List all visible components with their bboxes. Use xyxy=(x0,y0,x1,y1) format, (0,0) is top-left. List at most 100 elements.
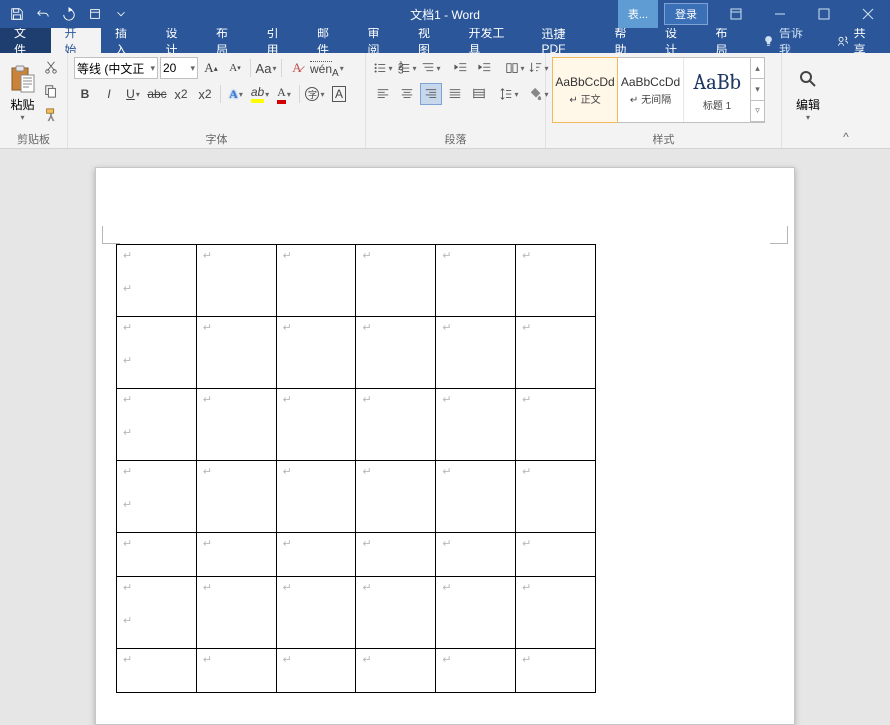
tell-me-box[interactable]: 告诉我 xyxy=(752,28,823,53)
copy-button[interactable] xyxy=(41,81,61,101)
tab-pdf[interactable]: 迅捷PDF xyxy=(527,28,600,53)
document-area[interactable]: ↵↵↵↵↵↵↵ ↵↵↵↵↵↵↵ ↵↵↵↵↵↵↵ ↵↵↵↵↵↵↵ ↵↵↵↵↵↵ ↵… xyxy=(0,149,890,725)
superscript-button[interactable]: x2 xyxy=(194,83,216,105)
group-label-paragraph: 段落 xyxy=(366,131,545,148)
clear-formatting-button[interactable]: A̷ xyxy=(286,57,308,79)
highlight-button[interactable]: ab xyxy=(249,83,271,105)
table-row[interactable]: ↵↵↵↵↵↵ xyxy=(117,533,596,577)
decrease-indent-button[interactable] xyxy=(450,57,472,79)
increase-indent-button[interactable] xyxy=(474,57,496,79)
group-styles: AaBbCcDd ↵ 正文 AaBbCcDd ↵ 无间隔 AaBb 标题 1 ▴… xyxy=(546,53,782,148)
tab-design[interactable]: 设计 xyxy=(152,28,203,53)
tab-developer[interactable]: 开发工具 xyxy=(455,28,528,53)
styles-scroll-down[interactable]: ▾ xyxy=(751,79,764,100)
distributed-button[interactable] xyxy=(468,83,490,105)
style-no-spacing[interactable]: AaBbCcDd ↵ 无间隔 xyxy=(618,58,684,122)
page: ↵↵↵↵↵↵↵ ↵↵↵↵↵↵↵ ↵↵↵↵↵↵↵ ↵↵↵↵↵↵↵ ↵↵↵↵↵↵ ↵… xyxy=(95,167,795,725)
styles-gallery[interactable]: AaBbCcDd ↵ 正文 AaBbCcDd ↵ 无间隔 AaBb 标题 1 ▴… xyxy=(552,57,765,123)
search-icon xyxy=(794,64,822,94)
align-right-button[interactable] xyxy=(420,83,442,105)
tab-references[interactable]: 引用 xyxy=(253,28,304,53)
align-center-button[interactable] xyxy=(396,83,418,105)
tab-insert[interactable]: 插入 xyxy=(101,28,152,53)
shrink-font-button[interactable]: A▾ xyxy=(224,57,246,79)
tab-mailings[interactable]: 邮件 xyxy=(303,28,354,53)
subscript-button[interactable]: x2 xyxy=(170,83,192,105)
font-size-combo[interactable]: 20▾ xyxy=(160,57,198,79)
cut-button[interactable] xyxy=(41,57,61,77)
tab-home[interactable]: 开始 xyxy=(51,28,102,53)
font-name-combo[interactable]: 等线 (中文正▾ xyxy=(74,57,158,79)
group-font: 等线 (中文正▾ 20▾ A▴ A▾ Aa A̷ wénA B I U abc … xyxy=(68,53,366,148)
close-button[interactable] xyxy=(846,0,890,28)
svg-text:2: 2 xyxy=(398,61,404,73)
bold-button[interactable]: B xyxy=(74,83,96,105)
margin-corner-tr xyxy=(770,226,788,244)
paste-button[interactable]: 粘贴 ▾ xyxy=(6,57,39,129)
font-color-button[interactable]: A xyxy=(273,83,295,105)
svg-text:1: 1 xyxy=(398,61,404,69)
character-border-button[interactable]: A xyxy=(328,83,350,105)
styles-scroll-up[interactable]: ▴ xyxy=(751,58,764,79)
undo-button[interactable] xyxy=(30,0,56,28)
asian-layout-button[interactable] xyxy=(504,57,526,79)
align-left-button[interactable] xyxy=(372,83,394,105)
bullets-button[interactable] xyxy=(372,57,394,79)
table-row[interactable]: ↵↵↵↵↵↵↵ xyxy=(117,577,596,649)
window-title: 文档1 - Word xyxy=(410,6,480,23)
login-button[interactable]: 登录 xyxy=(664,3,708,25)
ribbon-display-options[interactable] xyxy=(714,0,758,28)
tab-view[interactable]: 视图 xyxy=(404,28,455,53)
tab-tool-design[interactable]: 设计 xyxy=(651,28,702,53)
table-row[interactable]: ↵↵↵↵↵↵↵ xyxy=(117,317,596,389)
table-row[interactable]: ↵↵↵↵↵↵↵ xyxy=(117,389,596,461)
quick-access-toolbar xyxy=(0,0,134,28)
minimize-button[interactable] xyxy=(758,0,802,28)
justify-button[interactable] xyxy=(444,83,466,105)
maximize-button[interactable] xyxy=(802,0,846,28)
title-right: 表... 登录 xyxy=(618,0,890,28)
enclose-characters-button[interactable]: 字 xyxy=(304,83,326,105)
table-tools-context: 表... xyxy=(618,0,658,28)
styles-expand[interactable]: ▿ xyxy=(751,101,764,122)
format-painter-button[interactable] xyxy=(41,105,61,125)
table-row[interactable]: ↵↵↵↵↵↵ xyxy=(117,649,596,693)
group-editing: 编辑 ▾ xyxy=(782,53,834,148)
tab-layout[interactable]: 布局 xyxy=(202,28,253,53)
multilevel-list-button[interactable] xyxy=(420,57,442,79)
find-button[interactable]: 编辑 ▾ xyxy=(788,57,828,129)
tab-review[interactable]: 审阅 xyxy=(354,28,405,53)
qat-unknown-button[interactable] xyxy=(82,0,108,28)
style-normal[interactable]: AaBbCcDd ↵ 正文 xyxy=(552,57,618,123)
group-paragraph: 123 xyxy=(366,53,546,148)
table-row[interactable]: ↵↵↵↵↵↵↵ xyxy=(117,245,596,317)
redo-button[interactable] xyxy=(56,0,82,28)
strikethrough-button[interactable]: abc xyxy=(146,83,168,105)
phonetic-guide-button[interactable]: wénA xyxy=(310,57,344,79)
document-table[interactable]: ↵↵↵↵↵↵↵ ↵↵↵↵↵↵↵ ↵↵↵↵↵↵↵ ↵↵↵↵↵↵↵ ↵↵↵↵↵↵ ↵… xyxy=(116,244,596,693)
change-case-button[interactable]: Aa xyxy=(255,57,277,79)
italic-button[interactable]: I xyxy=(98,83,120,105)
line-spacing-button[interactable] xyxy=(498,83,520,105)
tab-file[interactable]: 文件 xyxy=(0,28,51,53)
text-effects-button[interactable]: A xyxy=(225,83,247,105)
collapse-ribbon-button[interactable]: ^ xyxy=(834,53,858,148)
group-label-clipboard: 剪贴板 xyxy=(0,131,67,148)
tab-help[interactable]: 帮助 xyxy=(600,28,651,53)
group-clipboard: 粘贴 ▾ 剪贴板 xyxy=(0,53,68,148)
numbering-button[interactable]: 123 xyxy=(396,57,418,79)
group-label-styles: 样式 xyxy=(546,131,781,148)
ribbon: 粘贴 ▾ 剪贴板 等线 (中文正▾ 20▾ A▴ A▾ Aa xyxy=(0,53,890,149)
margin-corner-tl xyxy=(102,226,120,244)
save-button[interactable] xyxy=(4,0,30,28)
underline-button[interactable]: U xyxy=(122,83,144,105)
grow-font-button[interactable]: A▴ xyxy=(200,57,222,79)
paste-icon xyxy=(9,64,37,94)
svg-text:3: 3 xyxy=(398,64,404,75)
ribbon-tabs: 文件 开始 插入 设计 布局 引用 邮件 审阅 视图 开发工具 迅捷PDF 帮助… xyxy=(0,28,890,53)
style-heading-1[interactable]: AaBb 标题 1 xyxy=(684,58,750,122)
tab-tool-layout[interactable]: 布局 xyxy=(701,28,752,53)
table-row[interactable]: ↵↵↵↵↵↵↵ xyxy=(117,461,596,533)
share-button[interactable]: 共享 xyxy=(823,28,890,53)
qat-customize-button[interactable] xyxy=(108,0,134,28)
